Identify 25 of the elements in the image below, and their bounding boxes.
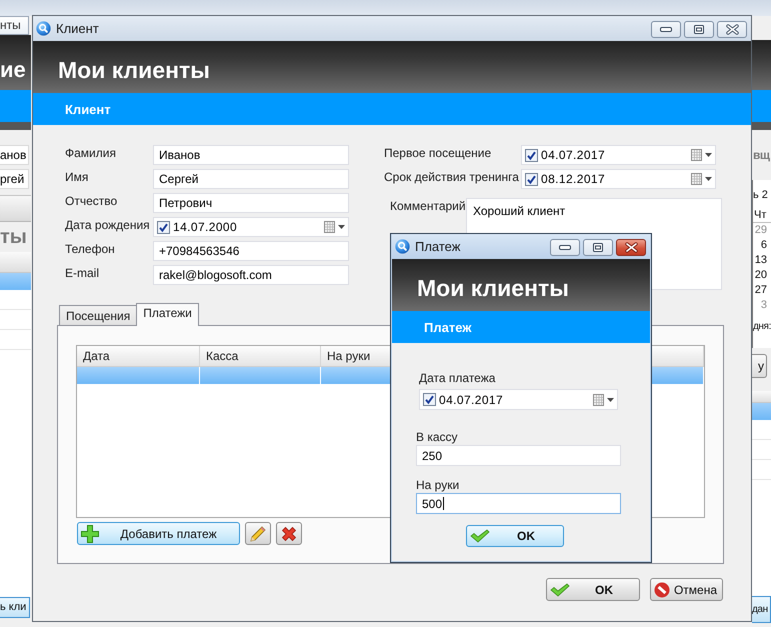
caption: дня: <box>753 320 771 334</box>
window-title: Клиент <box>56 21 99 36</box>
section-heading: ты <box>0 225 27 250</box>
section-title: Платеж <box>424 320 472 334</box>
field-label: Дата платежа <box>419 370 496 386</box>
field-label: Имя <box>65 169 90 185</box>
field-label: Фамилия <box>65 145 117 161</box>
weekday-label: Чт <box>753 208 771 223</box>
field-label: Дата рождения <box>65 217 151 233</box>
window-title: Платеж <box>415 239 460 254</box>
field-label: Телефон <box>65 241 116 257</box>
app-title: ие <box>0 57 26 83</box>
field-label: На руки <box>416 477 460 493</box>
field-label: Отчество <box>65 193 118 209</box>
field-label: E-mail <box>65 265 100 281</box>
field-label: В кассу <box>416 429 459 445</box>
column-header: Дата <box>77 346 200 366</box>
section-heading: вщ <box>753 147 770 164</box>
section-title: Клиент <box>65 102 111 116</box>
calendar-month: ь 2 <box>753 188 769 202</box>
app-title: Мои клиенты <box>58 56 210 84</box>
column-header: Касса <box>200 346 321 366</box>
field-label: Комментарий <box>390 198 466 214</box>
field-label: Срок действия тренинга <box>384 169 520 185</box>
field-label: Первое посещение <box>384 145 492 161</box>
